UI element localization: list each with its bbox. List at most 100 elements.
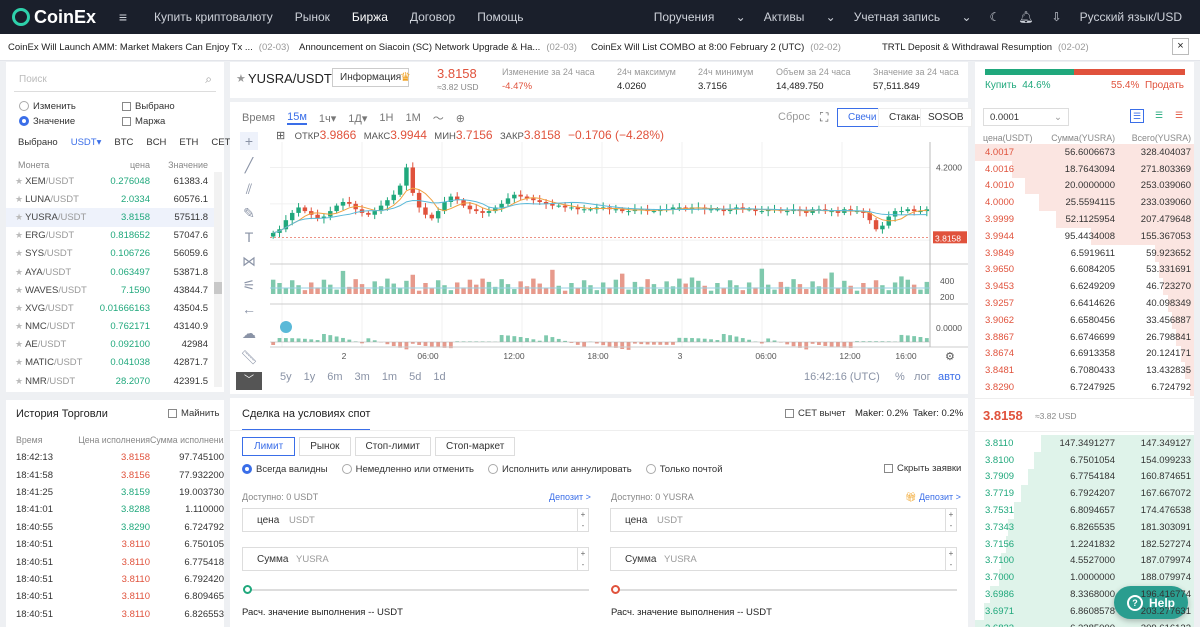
nav-assets[interactable]: Активы ⌄	[764, 10, 836, 24]
download-icon[interactable]: ⇩	[1052, 10, 1062, 24]
slider-handle[interactable]	[611, 585, 620, 594]
trend-line-icon[interactable]: ╱	[240, 156, 258, 174]
sell-amount-slider[interactable]	[611, 585, 957, 594]
bid-row[interactable]: 3.7719 6.7924207 167.667072	[975, 485, 1194, 503]
market-row[interactable]: ★ MATIC/USDT 0.041038 42871.7	[6, 354, 216, 372]
bid-row[interactable]: 3.7343 6.8265535 181.303091	[975, 518, 1194, 536]
sort-by-change[interactable]: Изменить	[19, 101, 76, 112]
nav-buy-crypto[interactable]: Купить криптовалюту	[154, 10, 273, 24]
search-input[interactable]: Поиск	[19, 74, 47, 85]
ask-row[interactable]: 4.0000 25.5594115 233.039060	[975, 194, 1194, 212]
log-toggle[interactable]: лог	[914, 371, 931, 383]
cet-fee-toggle[interactable]: CET вычет	[785, 408, 846, 419]
text-tool-icon[interactable]: T	[240, 228, 258, 246]
star-icon[interactable]: ★	[15, 176, 23, 187]
percent-toggle[interactable]: %	[895, 371, 905, 383]
range-6m[interactable]: 6m	[327, 371, 342, 383]
auto-toggle[interactable]: авто	[938, 371, 961, 383]
brush-icon[interactable]: ✎	[240, 204, 258, 222]
collapse-tools-icon[interactable]: ﹀	[236, 372, 262, 390]
price-stepper[interactable]: + -	[945, 509, 956, 531]
star-icon[interactable]: ★	[15, 194, 23, 205]
back-arrow-icon[interactable]: ←	[240, 300, 258, 318]
buy-price-input[interactable]: цена USDT + -	[242, 508, 589, 532]
ask-row[interactable]: 3.8674 6.6913358 20.124171	[975, 345, 1194, 363]
favorite-star-icon[interactable]: ★	[236, 72, 246, 85]
search-icon[interactable]: ⌕	[205, 72, 212, 87]
buy-amount-slider[interactable]	[243, 585, 589, 594]
order-type-stop-market[interactable]: Стоп-маркет	[435, 437, 516, 456]
book-bids-icon[interactable]: ☰	[1152, 109, 1166, 123]
nav-account[interactable]: Учетная запись ⌄	[854, 10, 972, 24]
star-icon[interactable]: ★	[15, 376, 23, 387]
order-type-stop-limit[interactable]: Стоп-лимит	[354, 437, 431, 456]
amount-stepper[interactable]: + -	[945, 548, 956, 570]
add-indicator-icon[interactable]: ⊕	[456, 112, 465, 125]
filter-margin[interactable]: Маржа	[122, 116, 165, 127]
order-type-limit[interactable]: Лимит	[242, 437, 296, 456]
bell-icon[interactable]: 🔔︎	[1018, 10, 1033, 24]
announcement-item[interactable]: TRTL Deposit & Withdrawal Resumption (02-…	[882, 42, 1089, 53]
star-icon[interactable]: ★	[15, 303, 23, 314]
market-row[interactable]: ★ NMR/USDT 28.2070 42391.5	[6, 372, 216, 390]
ask-row[interactable]: 4.0017 56.6006673 328.404037	[975, 144, 1194, 161]
star-icon[interactable]: ★	[15, 285, 23, 296]
market-row[interactable]: ★ AYA/USDT 0.063497 53871.8	[6, 263, 216, 281]
tif-fok[interactable]: Исполнить или аннулировать	[488, 464, 632, 475]
bid-row[interactable]: 3.7100 4.5527000 187.079974	[975, 552, 1194, 570]
nav-exchange[interactable]: Биржа	[352, 10, 388, 24]
nav-language[interactable]: Русский язык/USD	[1080, 10, 1182, 24]
price-stepper[interactable]: + -	[577, 509, 588, 531]
star-icon[interactable]: ★	[15, 357, 23, 368]
tif-ioc[interactable]: Немедленно или отменить	[341, 464, 474, 475]
star-icon[interactable]: ★	[15, 230, 23, 241]
close-icon[interactable]: ×	[1172, 38, 1189, 55]
market-row[interactable]: ★ SYS/USDT 0.106726 56059.6	[6, 245, 216, 263]
tif-post-only[interactable]: Только почтой	[645, 464, 723, 475]
trophy-icon[interactable]: ♛	[400, 70, 411, 84]
ask-row[interactable]: 3.9650 6.6084205 53.331691	[975, 261, 1194, 279]
tab-usdt[interactable]: USDT▾	[71, 137, 102, 148]
night-mode-icon[interactable]: ☾	[990, 10, 1001, 24]
interval-1d[interactable]: 1Д▾	[348, 112, 367, 125]
ask-row[interactable]: 3.8867 6.6746699 26.798841	[975, 328, 1194, 346]
bid-row[interactable]: 3.8110 147.3491277 147.349127	[975, 435, 1194, 452]
mine-filter[interactable]: Майнить	[168, 408, 219, 419]
interval-15m[interactable]: 15м	[287, 111, 307, 125]
bid-row[interactable]: 3.68236.3385000209.616132	[975, 619, 1194, 627]
range-1d[interactable]: 1d	[433, 371, 445, 383]
macd-indicator-icon[interactable]	[280, 321, 292, 333]
ask-row[interactable]: 3.9257 6.6414626 40.098349	[975, 295, 1194, 312]
market-row[interactable]: ★ ERG/USDT 0.818652 57047.6	[6, 227, 216, 245]
ask-row[interactable]: 3.9999 52.1125954 207.479648	[975, 211, 1194, 228]
announcement-item[interactable]: Announcement on Siacoin (SC) Network Upg…	[299, 42, 577, 53]
view-sosob[interactable]: SOSOB	[920, 108, 972, 127]
ask-row[interactable]: 3.8481 6.7080433 13.432835	[975, 362, 1194, 380]
ask-row[interactable]: 3.9849 6.5919611 59.923652	[975, 244, 1194, 262]
tab-btc[interactable]: BTC	[114, 137, 133, 148]
star-icon[interactable]: ★	[15, 248, 23, 259]
pair-name[interactable]: YUSRA/USDT	[248, 71, 332, 86]
bid-row[interactable]: 3.8100 6.7501054 154.099233	[975, 451, 1194, 469]
range-5d[interactable]: 5d	[409, 371, 421, 383]
sell-deposit-link[interactable]: 🎁︎ Депозит >	[905, 492, 961, 503]
bid-row[interactable]: 3.7156 1.2241832 182.527274	[975, 535, 1194, 553]
indicator-icon[interactable]: 〜	[433, 110, 444, 126]
pattern-icon[interactable]: ⋈	[240, 252, 258, 270]
market-row[interactable]: ★ NMC/USDT 0.762171 43140.9	[6, 318, 216, 336]
column-coin[interactable]: Монета	[6, 160, 98, 170]
market-row[interactable]: ★ XEM/USDT 0.276048 61383.4	[6, 172, 216, 190]
market-row[interactable]: ★ WAVES/USDT 7.1590 43844.7	[6, 281, 216, 299]
tab-cet[interactable]: CET	[211, 137, 230, 148]
nav-orders[interactable]: Поручения ⌄	[654, 10, 746, 24]
range-5y[interactable]: 5y	[280, 371, 292, 383]
nav-market[interactable]: Рынок	[295, 10, 330, 24]
market-row[interactable]: ★ AE/USDT 0.092100 42984	[6, 336, 216, 354]
range-1m[interactable]: 1m	[382, 371, 397, 383]
star-icon[interactable]: ★	[15, 212, 23, 223]
book-asks-icon[interactable]: ☰	[1172, 109, 1186, 123]
fib-icon[interactable]: ⚟	[240, 276, 258, 294]
reset-button[interactable]: Сброс	[778, 111, 810, 123]
bid-row[interactable]: 3.7531 6.8094657 174.476538	[975, 502, 1194, 519]
sort-by-value[interactable]: Значение	[19, 116, 75, 127]
